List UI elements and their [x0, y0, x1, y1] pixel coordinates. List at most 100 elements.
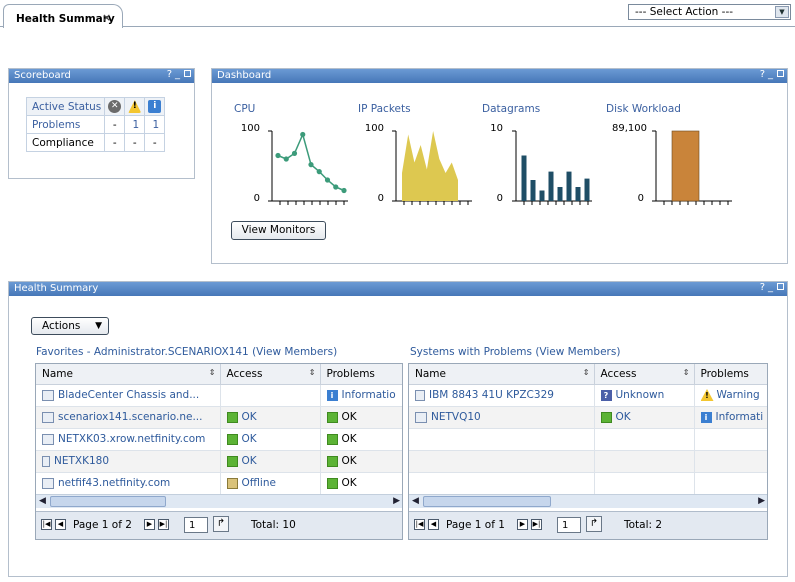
close-icon[interactable]: × — [102, 11, 111, 24]
favorites-title[interactable]: Favorites - Administrator.SCENARIOX141 (… — [36, 346, 337, 358]
go-page-icon[interactable]: ↱ — [586, 516, 602, 532]
go-page-icon[interactable]: ↱ — [213, 516, 229, 532]
scoreboard-row-compliance: Compliance - - - — [25, 133, 166, 152]
datagram-bar — [539, 190, 545, 201]
column-header-name[interactable]: Name ⇕ — [409, 364, 595, 385]
tab-health-summary[interactable]: Health Summary × — [3, 4, 123, 28]
table-row[interactable]: IBM 8843 41U KPZC329 ? Unknown ! Warning — [409, 384, 767, 407]
pagination-bar: |◀ ◀ Page 1 of 2 ▶ ▶| 1 ↱ Total: 10 — [36, 511, 402, 539]
ip-packets-area — [402, 131, 458, 201]
chart-ip-packets[interactable]: IP Packets 100 0 — [358, 103, 478, 213]
last-page-icon[interactable]: ▶| — [531, 519, 542, 530]
horizontal-scrollbar[interactable]: ◀ ▶ — [36, 494, 402, 508]
system-name-link[interactable]: NETVQ10 — [431, 411, 481, 423]
system-name-link[interactable]: IBM 8843 41U KPZC329 — [429, 389, 554, 401]
access-link[interactable]: OK — [242, 455, 257, 467]
tab-title: Health Summary — [16, 13, 115, 25]
last-page-icon[interactable]: ▶| — [158, 519, 169, 530]
scroll-right-icon[interactable]: ▶ — [758, 495, 765, 508]
table-row[interactable]: scenariox141.scenario.ne... OK OK — [36, 406, 402, 429]
datagram-bar — [584, 178, 590, 201]
chart-cpu[interactable]: CPU 100 0 — [234, 103, 354, 213]
access-link[interactable]: OK — [616, 411, 631, 423]
page-number-input[interactable]: 1 — [184, 517, 208, 533]
warning-icon: ! — [700, 389, 714, 401]
maximize-icon[interactable] — [777, 283, 784, 290]
scroll-left-icon[interactable]: ◀ — [39, 495, 46, 508]
select-action-dropdown[interactable]: --- Select Action --- ▼ — [628, 4, 791, 20]
system-name-link[interactable]: NETXK03.xrow.netfinity.com — [58, 433, 205, 445]
dashboard-panel: Dashboard ?_ CPU 100 0 IP Packets 100 0 … — [211, 68, 788, 264]
next-page-icon[interactable]: ▶ — [517, 519, 528, 530]
table-row[interactable]: NETVQ10 OK i Informati — [409, 406, 767, 429]
page-number-input[interactable]: 1 — [557, 517, 581, 533]
panel-controls: ?_ — [760, 69, 784, 80]
scroll-thumb[interactable] — [423, 496, 551, 507]
problems-value: OK — [341, 477, 357, 489]
maximize-icon[interactable] — [777, 70, 784, 77]
access-link[interactable]: OK — [242, 411, 257, 423]
table-row[interactable]: NETXK180 OK OK — [36, 450, 402, 473]
minimize-icon[interactable]: _ — [768, 69, 776, 80]
prev-page-icon[interactable]: ◀ — [55, 519, 66, 530]
chart-disk-workload[interactable]: Disk Workload 89,100 0 — [606, 103, 732, 213]
problems-link[interactable]: Warning — [717, 389, 760, 401]
access-link[interactable]: OK — [242, 433, 257, 445]
help-icon[interactable]: ? — [760, 282, 768, 293]
actions-button[interactable]: Actions ▼ — [31, 317, 109, 335]
sort-icon[interactable]: ⇕ — [683, 368, 690, 377]
chart-title: CPU — [234, 103, 256, 115]
system-name-link[interactable]: NETXK180 — [54, 455, 109, 467]
data-point — [300, 131, 306, 138]
cell-link[interactable]: 1 — [144, 115, 166, 134]
critical-icon: ✕ — [108, 100, 122, 113]
minimize-icon[interactable]: _ — [768, 282, 776, 293]
scoreboard-row-problems: Problems - 1 1 — [25, 115, 166, 134]
table-row[interactable]: BladeCenter Chassis and... i Informatio — [36, 384, 402, 407]
maximize-icon[interactable] — [184, 70, 191, 77]
column-header-access[interactable]: Access ⇕ — [220, 364, 321, 385]
help-icon[interactable]: ? — [167, 69, 175, 80]
sort-icon[interactable]: ⇕ — [309, 368, 316, 377]
problems-label[interactable]: Problems — [25, 115, 106, 134]
scroll-thumb[interactable] — [50, 496, 166, 507]
table-row[interactable]: netfif43.netfinity.com Offline OK — [36, 472, 402, 495]
column-header-access[interactable]: Access ⇕ — [594, 364, 695, 385]
health-summary-panel: Health Summary ?_ Actions ▼ Favorites - … — [8, 281, 788, 577]
systems-with-problems-title[interactable]: Systems with Problems (View Members) — [410, 346, 620, 358]
scroll-left-icon[interactable]: ◀ — [412, 495, 419, 508]
server-icon — [415, 389, 425, 401]
warning-icon: ! — [128, 100, 142, 113]
cell-link[interactable]: 1 — [124, 115, 146, 134]
chart-datagrams[interactable]: Datagrams 10 0 — [482, 103, 602, 213]
column-header-problems[interactable]: Problems — [694, 364, 767, 385]
access-cell — [220, 384, 321, 407]
scroll-right-icon[interactable]: ▶ — [393, 495, 400, 508]
next-page-icon[interactable]: ▶ — [144, 519, 155, 530]
chevron-down-icon[interactable]: ▼ — [775, 6, 789, 18]
access-link[interactable]: Unknown — [616, 389, 665, 401]
sort-icon[interactable]: ⇕ — [583, 368, 590, 377]
problems-link[interactable]: Informati — [716, 411, 764, 423]
horizontal-scrollbar[interactable]: ◀ ▶ — [409, 494, 767, 508]
minimize-icon[interactable]: _ — [175, 69, 183, 80]
sort-icon[interactable]: ⇕ — [209, 368, 216, 377]
select-action-value: --- Select Action --- — [635, 6, 734, 18]
column-header-problems[interactable]: Problems — [320, 364, 402, 385]
view-monitors-button[interactable]: View Monitors — [231, 221, 326, 240]
access-link[interactable]: Offline — [242, 477, 276, 489]
disk-workload-bar — [671, 130, 700, 202]
help-icon[interactable]: ? — [760, 69, 768, 80]
data-point — [316, 169, 322, 175]
system-name-link[interactable]: BladeCenter Chassis and... — [58, 389, 199, 401]
column-header-name[interactable]: Name ⇕ — [36, 364, 221, 385]
chart-title: Disk Workload — [606, 103, 681, 115]
first-page-icon[interactable]: |◀ — [41, 519, 52, 530]
prev-page-icon[interactable]: ◀ — [428, 519, 439, 530]
system-name-link[interactable]: scenariox141.scenario.ne... — [58, 411, 202, 423]
first-page-icon[interactable]: |◀ — [414, 519, 425, 530]
active-status-label[interactable]: Active Status — [25, 97, 106, 116]
system-name-link[interactable]: netfif43.netfinity.com — [58, 477, 170, 489]
problems-link[interactable]: Informatio — [342, 389, 396, 401]
table-row[interactable]: NETXK03.xrow.netfinity.com OK OK — [36, 428, 402, 451]
